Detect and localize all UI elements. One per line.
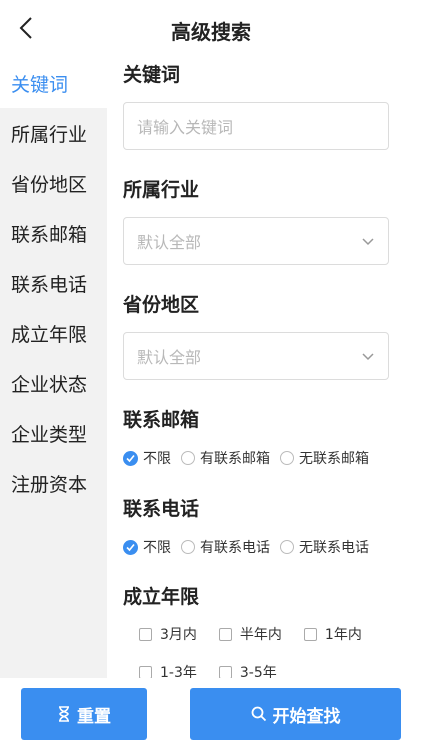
chevron-down-icon	[362, 353, 374, 361]
reset-button-label: 重置	[77, 706, 111, 727]
years-option-1y[interactable]: 1年内	[303, 624, 362, 644]
region-select-value: 默认全部	[137, 348, 202, 367]
years-checkbox-row-1: 3月内 半年内 1年内	[139, 624, 362, 644]
years-option-3-5y-label: 3-5年	[239, 665, 277, 678]
checkbox-icon	[218, 665, 232, 678]
reset-button[interactable]: 重置	[21, 688, 147, 740]
email-radio-group: 不限 有联系邮箱 无联系邮箱	[123, 447, 379, 469]
years-option-3m-label: 3月内	[160, 627, 197, 643]
sidebar-item-phone[interactable]: 联系电话	[0, 258, 107, 308]
phone-option-none-label: 无联系电话	[299, 540, 369, 556]
sidebar-item-region[interactable]: 省份地区	[0, 158, 107, 208]
sidebar: 关键词 所属行业 省份地区 联系邮箱 联系电话 成立年限 企业状态 企业类型 注…	[0, 58, 107, 678]
radio-circle-icon	[280, 451, 294, 465]
phone-option-has[interactable]: 有联系电话	[181, 537, 270, 557]
keyword-section-title: 关键词	[123, 64, 181, 86]
years-option-6m-label: 半年内	[239, 627, 282, 643]
sidebar-item-email[interactable]: 联系邮箱	[0, 208, 107, 258]
phone-option-any-label: 不限	[143, 540, 171, 556]
search-button[interactable]: 开始查找	[190, 688, 401, 740]
page-title: 高级搜索	[171, 20, 251, 44]
email-option-none[interactable]: 无联系邮箱	[280, 448, 369, 468]
search-icon	[251, 706, 266, 722]
industry-select[interactable]: 默认全部	[123, 217, 389, 265]
sidebar-item-capital[interactable]: 注册资本	[0, 458, 107, 508]
checkbox-icon	[303, 627, 317, 641]
years-option-3m[interactable]: 3月内	[139, 624, 197, 644]
years-option-1-3y[interactable]: 1-3年	[139, 662, 197, 678]
header: 高级搜索	[0, 0, 422, 58]
check-circle-icon	[123, 539, 138, 555]
search-button-label: 开始查找	[272, 706, 341, 727]
phone-option-any[interactable]: 不限	[123, 537, 171, 557]
phone-option-none[interactable]: 无联系电话	[280, 537, 369, 557]
hourglass-icon	[59, 706, 69, 722]
sidebar-item-keyword[interactable]: 关键词	[0, 58, 107, 108]
phone-option-has-label: 有联系电话	[200, 540, 270, 556]
sidebar-item-status[interactable]: 企业状态	[0, 358, 107, 408]
checkbox-icon	[139, 627, 152, 641]
checkbox-icon	[218, 627, 232, 641]
years-option-1y-label: 1年内	[324, 627, 362, 643]
email-option-has-label: 有联系邮箱	[200, 451, 270, 467]
years-checkbox-row-2: 1-3年 3-5年	[139, 662, 277, 678]
advanced-search-screen: 高级搜索 关键词 所属行业 省份地区 联系邮箱 联系电话 成立年限 企业状态 企…	[0, 0, 422, 750]
email-option-has[interactable]: 有联系邮箱	[181, 448, 270, 468]
radio-circle-icon	[181, 451, 195, 465]
sidebar-item-industry[interactable]: 所属行业	[0, 108, 107, 158]
radio-circle-icon	[181, 540, 195, 554]
industry-section-title: 所属行业	[123, 179, 200, 201]
footer: 重置 开始查找	[0, 678, 422, 750]
keyword-input[interactable]: 请输入关键词	[123, 102, 389, 150]
years-section-title: 成立年限	[123, 586, 200, 608]
region-section-title: 省份地区	[123, 294, 200, 316]
checkbox-icon	[139, 665, 152, 678]
industry-select-value: 默认全部	[137, 233, 202, 252]
email-option-any-label: 不限	[143, 451, 171, 467]
years-option-6m[interactable]: 半年内	[218, 624, 282, 644]
email-option-none-label: 无联系邮箱	[299, 451, 369, 467]
sidebar-item-years[interactable]: 成立年限	[0, 308, 107, 358]
region-select[interactable]: 默认全部	[123, 332, 389, 380]
years-option-3-5y[interactable]: 3-5年	[218, 662, 277, 678]
search-form: 关键词 请输入关键词 所属行业 默认全部 省份地区 默认全部 联系邮箱 不限 有…	[107, 58, 422, 678]
radio-circle-icon	[280, 540, 294, 554]
phone-radio-group: 不限 有联系电话 无联系电话	[123, 536, 379, 558]
chevron-down-icon	[362, 238, 374, 246]
email-section-title: 联系邮箱	[123, 409, 200, 431]
sidebar-item-type[interactable]: 企业类型	[0, 408, 107, 458]
phone-section-title: 联系电话	[123, 498, 200, 520]
email-option-any[interactable]: 不限	[123, 448, 171, 468]
check-circle-icon	[123, 450, 138, 466]
years-option-1-3y-label: 1-3年	[160, 665, 197, 678]
